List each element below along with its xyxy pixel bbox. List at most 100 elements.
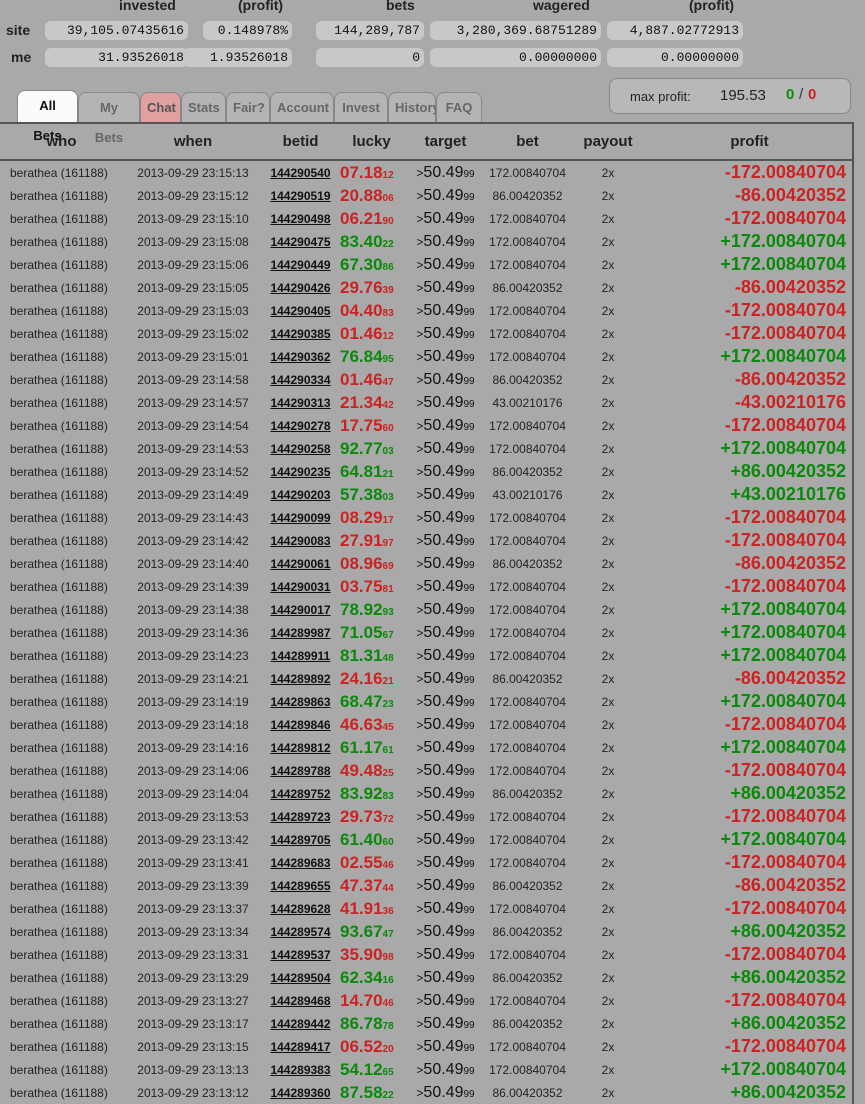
bet-id-link[interactable]: 144289705 xyxy=(263,828,338,851)
bet-id-link[interactable]: 144289987 xyxy=(263,621,338,644)
bet-amount: 86.00420352 xyxy=(492,924,563,939)
bet-id-link[interactable]: 144289442 xyxy=(263,1012,338,1035)
bet-id-link[interactable]: 144289911 xyxy=(263,644,338,667)
me-invested-profit: 1.93526018 xyxy=(183,48,292,67)
bet-when: 2013-09-29 23:13:39 xyxy=(137,878,249,893)
tab-my-bets[interactable]: My Bets xyxy=(78,92,140,145)
bet-profit: +86.00420352 xyxy=(730,921,846,941)
bet-lucky-main: 08.29 xyxy=(340,507,383,527)
bet-target-main: 50.49 xyxy=(423,301,464,319)
bet-id-link[interactable]: 144289360 xyxy=(263,1081,338,1104)
bet-id-link[interactable]: 144290426 xyxy=(263,276,338,299)
bet-id-link[interactable]: 144290385 xyxy=(263,322,338,345)
bet-id-link[interactable]: 144290099 xyxy=(263,506,338,529)
bet-profit: +172.00840704 xyxy=(720,737,846,757)
bet-id-link[interactable]: 144289537 xyxy=(263,943,338,966)
bet-lucky-main: 64.81 xyxy=(340,461,383,481)
bet-profit: -172.00840704 xyxy=(724,806,846,826)
bet-amount: 86.00420352 xyxy=(492,464,563,479)
bet-id-link[interactable]: 144290405 xyxy=(263,299,338,322)
bet-lucky-sub: 60 xyxy=(382,422,394,434)
bet-who: berathea (161188) xyxy=(10,579,108,594)
bet-amount: 172.00840704 xyxy=(489,349,566,364)
bet-id-link[interactable]: 144290449 xyxy=(263,253,338,276)
table-row: berathea (161188) 2013-09-29 23:13:39 1442… xyxy=(0,874,852,897)
bet-id-link[interactable]: 144290017 xyxy=(263,598,338,621)
bet-id-link[interactable]: 144289892 xyxy=(263,667,338,690)
bet-id-link[interactable]: 144289788 xyxy=(263,759,338,782)
tab-invest[interactable]: Invest xyxy=(334,92,388,122)
bet-id-link[interactable]: 144289383 xyxy=(263,1058,338,1081)
table-row: berathea (161188) 2013-09-29 23:15:06 1442… xyxy=(0,253,852,276)
tab-chat[interactable]: Chat xyxy=(140,92,181,122)
bet-id-link[interactable]: 144290258 xyxy=(263,437,338,460)
bet-id-link[interactable]: 144289846 xyxy=(263,713,338,736)
bet-id-link[interactable]: 144290334 xyxy=(263,368,338,391)
tab-stats[interactable]: Stats xyxy=(181,92,226,122)
bet-who: berathea (161188) xyxy=(10,165,108,180)
bet-target: >50.4999 xyxy=(405,598,486,621)
tab-history[interactable]: History xyxy=(388,92,440,122)
bet-id-link[interactable]: 144290278 xyxy=(263,414,338,437)
bet-lucky-main: 27.91 xyxy=(340,530,383,550)
tab-faq[interactable]: FAQ xyxy=(436,92,482,122)
bet-id-link[interactable]: 144289863 xyxy=(263,690,338,713)
col-betid: betid xyxy=(263,122,338,161)
bet-target-main: 50.49 xyxy=(423,462,464,480)
bet-id-link[interactable]: 144289812 xyxy=(263,736,338,759)
bet-id-link[interactable]: 144290475 xyxy=(263,230,338,253)
bet-amount: 86.00420352 xyxy=(492,372,563,387)
bet-lucky: 24.1621 xyxy=(338,667,405,690)
bet-payout: 2x xyxy=(601,901,615,916)
bet-id-link[interactable]: 144290031 xyxy=(263,575,338,598)
bet-id-link[interactable]: 144290498 xyxy=(263,207,338,230)
bet-lucky-sub: 83 xyxy=(382,790,394,802)
bet-id-link[interactable]: 144290362 xyxy=(263,345,338,368)
bet-lucky-main: 87.58 xyxy=(340,1082,383,1102)
bet-id-link[interactable]: 144290061 xyxy=(263,552,338,575)
tab-fair[interactable]: Fair? xyxy=(226,92,270,122)
bet-id-link[interactable]: 144289417 xyxy=(263,1035,338,1058)
table-row: berathea (161188) 2013-09-29 23:13:31 1442… xyxy=(0,943,852,966)
bet-id-link[interactable]: 144290313 xyxy=(263,391,338,414)
bet-who: berathea (161188) xyxy=(10,855,108,870)
bet-profit: -172.00840704 xyxy=(724,852,846,872)
bet-lucky: 54.1265 xyxy=(338,1058,405,1081)
bet-id-link[interactable]: 144289752 xyxy=(263,782,338,805)
bet-lucky-sub: 98 xyxy=(382,951,394,963)
bet-target: >50.4999 xyxy=(405,943,486,966)
bet-id-link[interactable]: 144289723 xyxy=(263,805,338,828)
tab-account[interactable]: Account xyxy=(270,92,334,122)
table-right-border xyxy=(852,122,854,1104)
bet-lucky: 83.9283 xyxy=(338,782,405,805)
bet-when: 2013-09-29 23:13:13 xyxy=(137,1062,249,1077)
bet-target: >50.4999 xyxy=(405,529,486,552)
bet-when: 2013-09-29 23:13:42 xyxy=(137,832,249,847)
bet-when: 2013-09-29 23:14:06 xyxy=(137,763,249,778)
bet-profit: +172.00840704 xyxy=(720,231,846,251)
bet-id-link[interactable]: 144290083 xyxy=(263,529,338,552)
bet-id-link[interactable]: 144289468 xyxy=(263,989,338,1012)
bet-lucky: 08.9669 xyxy=(338,552,405,575)
bet-id-link[interactable]: 144289504 xyxy=(263,966,338,989)
bet-id-link[interactable]: 144289574 xyxy=(263,920,338,943)
bet-profit: -172.00840704 xyxy=(724,208,846,228)
bet-target-main: 50.49 xyxy=(423,922,464,940)
bet-amount: 172.00840704 xyxy=(489,303,566,318)
bet-id-link[interactable]: 144290203 xyxy=(263,483,338,506)
bet-id-link[interactable]: 144289655 xyxy=(263,874,338,897)
bet-amount: 86.00420352 xyxy=(492,970,563,985)
tab-all-bets[interactable]: All Bets xyxy=(17,90,78,143)
bet-id-link[interactable]: 144290235 xyxy=(263,460,338,483)
bet-id-link[interactable]: 144290519 xyxy=(263,184,338,207)
bet-amount: 172.00840704 xyxy=(489,602,566,617)
bet-lucky-main: 46.63 xyxy=(340,714,383,734)
bet-target-main: 50.49 xyxy=(423,623,464,641)
bet-target-main: 50.49 xyxy=(423,232,464,250)
bet-id-link[interactable]: 144289683 xyxy=(263,851,338,874)
bet-profit: -86.00420352 xyxy=(734,668,846,688)
bet-id-link[interactable]: 144290540 xyxy=(263,160,338,184)
bet-id-link[interactable]: 144289628 xyxy=(263,897,338,920)
bet-when: 2013-09-29 23:14:54 xyxy=(137,418,249,433)
bet-amount: 172.00840704 xyxy=(489,326,566,341)
